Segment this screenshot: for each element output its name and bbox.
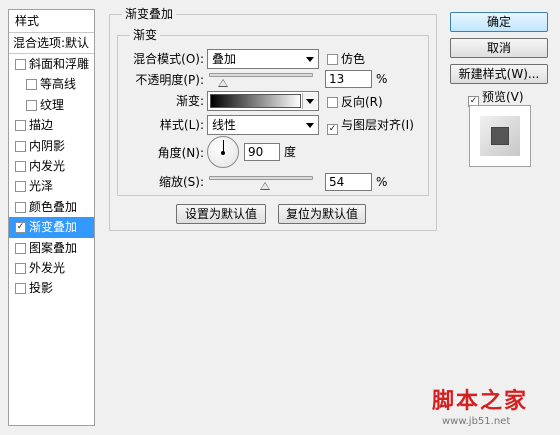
style-item[interactable]: 斜面和浮雕 — [9, 54, 94, 74]
dither-checkbox-box[interactable] — [327, 54, 338, 65]
watermark-logo-text: 脚本之家 — [432, 388, 529, 414]
style-item-label: 描边 — [29, 118, 54, 133]
style-item[interactable]: 内发光 — [9, 156, 94, 176]
blend-mode-label: 混合模式(O): — [133, 52, 204, 66]
style-dropdown[interactable]: 线性 — [207, 115, 319, 135]
gradient-dropdown-button[interactable] — [302, 93, 317, 109]
cancel-button[interactable]: 取消 — [450, 38, 548, 58]
style-item-label: 内阴影 — [29, 138, 66, 153]
gradient-label: 渐变: — [175, 94, 204, 108]
gradient-picker[interactable] — [207, 91, 319, 111]
angle-dial[interactable] — [207, 136, 239, 168]
style-item[interactable]: 外发光 — [9, 258, 94, 278]
preview-label: 预览(V) — [482, 90, 524, 104]
style-item-label: 内发光 — [29, 158, 66, 173]
style-item-checkbox[interactable] — [15, 181, 26, 193]
style-item-checkbox[interactable] — [15, 160, 26, 172]
dither-checkbox[interactable]: 仿色 — [327, 52, 365, 66]
opacity-unit: % — [376, 72, 388, 86]
gradient-swatch[interactable] — [210, 94, 301, 108]
scale-label: 缩放(S): — [158, 175, 204, 189]
style-item-checkbox[interactable] — [15, 283, 26, 295]
opacity-input[interactable]: 13 — [325, 70, 372, 88]
align-checkbox-box[interactable] — [327, 124, 338, 135]
style-item-label: 纹理 — [40, 97, 65, 112]
reverse-label: 反向(R) — [341, 95, 383, 109]
scale-unit: % — [376, 175, 388, 189]
angle-unit: 度 — [284, 145, 297, 159]
style-item[interactable]: 颜色叠加 — [9, 197, 94, 217]
style-preview-thumbnail — [469, 105, 531, 167]
scale-slider-track[interactable] — [209, 176, 313, 180]
style-value: 线性 — [212, 118, 237, 132]
gradient-overlay-title: 渐变叠加 — [122, 7, 177, 21]
angle-label: 角度(N): — [157, 146, 204, 160]
opacity-label: 不透明度(P): — [135, 73, 204, 87]
align-label: 与图层对齐(I) — [341, 118, 414, 132]
style-item-label: 颜色叠加 — [29, 199, 78, 214]
style-items-list: 斜面和浮雕等高线纹理描边内阴影内发光光泽颜色叠加渐变叠加图案叠加外发光投影 — [9, 54, 94, 299]
angle-dial-center — [221, 151, 225, 155]
style-item-label: 外发光 — [29, 260, 66, 275]
style-item[interactable]: 投影 — [9, 278, 94, 298]
watermark-url: www.jb51.net — [442, 416, 511, 427]
style-item-checkbox[interactable] — [15, 59, 26, 70]
style-item-checkbox[interactable] — [15, 140, 26, 152]
new-style-button[interactable]: 新建样式(W)... — [450, 64, 548, 84]
dropdown-arrow-icon — [306, 99, 314, 104]
angle-input[interactable]: 90 — [244, 143, 280, 161]
make-default-button[interactable]: 设置为默认值 — [176, 204, 266, 224]
style-item-checkbox[interactable] — [15, 201, 26, 213]
dither-label: 仿色 — [341, 52, 366, 66]
style-label: 样式(L): — [159, 118, 204, 132]
styles-header[interactable]: 样式 — [9, 10, 94, 33]
blend-mode-dropdown[interactable]: 叠加 — [207, 49, 319, 69]
reverse-checkbox-box[interactable] — [327, 97, 338, 108]
blend-mode-value: 叠加 — [212, 52, 237, 66]
style-item-checkbox[interactable] — [15, 120, 26, 132]
style-item-checkbox[interactable] — [15, 222, 26, 234]
blending-options-item[interactable]: 混合选项:默认 — [9, 33, 94, 54]
style-item-label: 投影 — [29, 281, 54, 296]
style-item-checkbox[interactable] — [26, 79, 37, 91]
ok-button[interactable]: 确定 — [450, 12, 548, 32]
style-item[interactable]: 等高线 — [9, 74, 94, 94]
style-item-label: 图案叠加 — [29, 240, 78, 255]
style-item-label: 等高线 — [40, 77, 77, 92]
align-with-layer-checkbox[interactable]: 与图层对齐(I) — [327, 118, 414, 135]
preview-swatch — [480, 116, 520, 156]
site-watermark: 脚本之家 www.jb51.net — [432, 388, 552, 430]
styles-list-panel: 样式 混合选项:默认 斜面和浮雕等高线纹理描边内阴影内发光光泽颜色叠加渐变叠加图… — [8, 9, 95, 426]
style-item[interactable]: 渐变叠加 — [9, 217, 94, 238]
style-item-checkbox[interactable] — [15, 262, 26, 274]
style-item-checkbox[interactable] — [26, 99, 37, 111]
gradient-subgroup-title: 渐变 — [130, 28, 161, 42]
opacity-slider-track[interactable] — [209, 73, 313, 77]
reset-default-button[interactable]: 复位为默认值 — [278, 204, 366, 224]
style-item[interactable]: 图案叠加 — [9, 238, 94, 258]
style-item-checkbox[interactable] — [15, 242, 26, 254]
scale-input[interactable]: 54 — [325, 173, 372, 191]
style-item-label: 渐变叠加 — [29, 220, 78, 235]
style-item[interactable]: 光泽 — [9, 176, 94, 196]
dropdown-arrow-icon — [306, 123, 314, 128]
opacity-slider-thumb[interactable] — [217, 79, 228, 87]
style-item-label: 光泽 — [29, 179, 54, 194]
preview-square — [491, 127, 509, 145]
style-item[interactable]: 纹理 — [9, 95, 94, 115]
dropdown-arrow-icon — [306, 57, 314, 62]
reverse-checkbox[interactable]: 反向(R) — [327, 95, 383, 109]
style-item[interactable]: 内阴影 — [9, 136, 94, 156]
style-item[interactable]: 描边 — [9, 115, 94, 135]
style-item-label: 斜面和浮雕 — [29, 57, 90, 71]
scale-slider-thumb[interactable] — [260, 182, 271, 190]
